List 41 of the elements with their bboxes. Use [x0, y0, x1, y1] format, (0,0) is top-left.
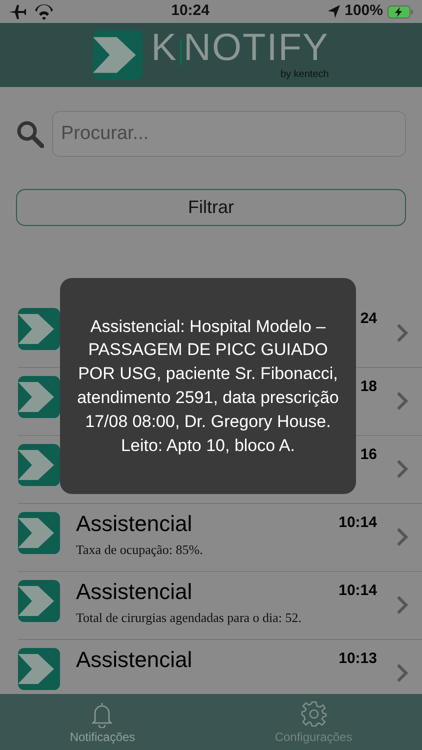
status-time: 10:24 [171, 1, 210, 22]
search-field[interactable]: Procurar... [52, 111, 406, 157]
app-logo-icon [18, 648, 60, 690]
app-logo-icon [18, 444, 60, 486]
app-logo-icon [93, 30, 144, 80]
battery-icon [387, 4, 414, 18]
app-logo-icon [18, 512, 60, 554]
notification-title: Assistencial [76, 580, 192, 604]
tab[interactable]: Configurações [205, 694, 422, 750]
notification-text: Taxa de ocupação: 85%. [76, 541, 204, 560]
app-logo-icon [18, 308, 60, 350]
notification-time: 10:13 [338, 649, 377, 669]
logo-text: K [151, 28, 178, 66]
settings-icon [300, 701, 326, 728]
location-arrow-icon [326, 4, 341, 19]
app-logo-icon [18, 580, 60, 622]
notification-title: Assistencial [76, 648, 192, 672]
chevron-right-icon [397, 392, 408, 410]
logo-text: NOTIFY [184, 28, 329, 66]
logo-byline: by kentech [280, 68, 329, 82]
chevron-right-icon [397, 664, 408, 682]
chevron-right-icon [397, 528, 408, 546]
search-icon [16, 120, 44, 148]
wifi-icon [34, 4, 54, 20]
chevron-right-icon [397, 460, 408, 478]
app-logo-icon [18, 376, 60, 418]
battery-percent: 100% [344, 1, 383, 22]
notification-time: 24 [360, 309, 377, 329]
filter-button[interactable]: Filtrar [16, 189, 406, 226]
notification-title: Assistencial [76, 512, 192, 536]
notification-time: 16 [360, 445, 377, 465]
chevron-right-icon [397, 596, 408, 614]
toast-message: Assistencial: Hospital Modelo – PASSAGEM DE PICC GUIADO POR USG, paciente Sr. Fibonacci, atendimento 2591, data prescrição 17/08 08:00, Dr. Gregory House. Leito: Apto 10, bloco A. [60, 278, 356, 494]
notification-time: 10:14 [338, 581, 377, 601]
logo-divider [180, 38, 182, 64]
notification-text: Total de cirurgias agendadas para o dia: 52. [76, 609, 303, 628]
tab[interactable]: Notificações [0, 694, 205, 750]
airplane-icon [8, 4, 26, 20]
notification-time: 18 [360, 377, 377, 397]
chevron-right-icon [397, 324, 408, 342]
notification-time: 10:14 [338, 513, 377, 533]
